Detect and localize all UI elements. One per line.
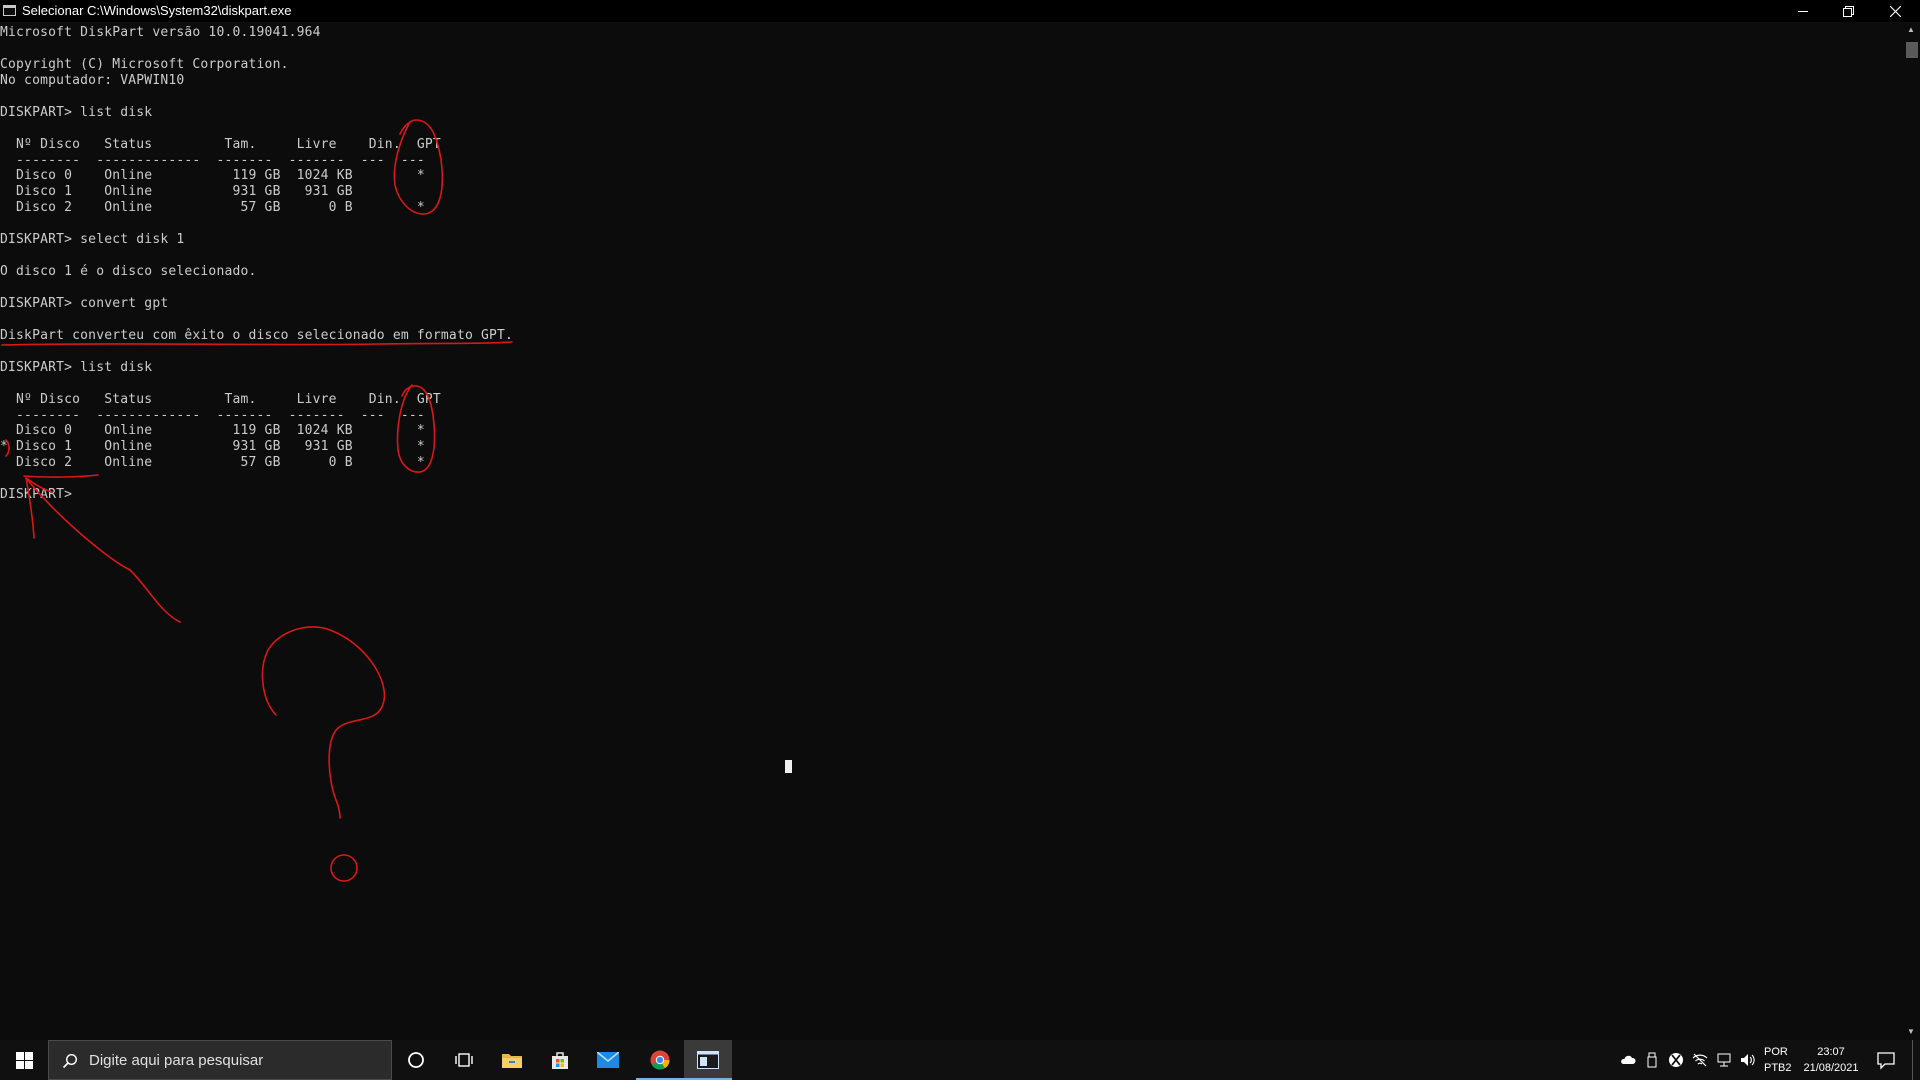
- console-line: DISKPART>: [0, 487, 73, 503]
- console-line: Microsoft DiskPart versão 10.0.19041.964: [0, 25, 321, 40]
- console-window-icon: [697, 1051, 719, 1069]
- console-line: Nº Disco Status Tam. Livre Din. GPT: [0, 136, 441, 152]
- notification-icon: [1877, 1052, 1895, 1070]
- console-output-area[interactable]: Microsoft DiskPart versão 10.0.19041.964…: [0, 22, 1900, 1040]
- file-explorer-button[interactable]: [488, 1040, 536, 1080]
- input-language-indicator[interactable]: POR PTB2: [1764, 1044, 1794, 1076]
- windows-logo-icon: [15, 1051, 33, 1069]
- console-line: DISKPART> select disk 1: [0, 232, 185, 248]
- network-off-icon[interactable]: [1692, 1052, 1708, 1068]
- network-icon[interactable]: [1716, 1052, 1732, 1068]
- console-line: Disco 0 Online 119 GB 1024 KB *: [0, 168, 425, 184]
- console-line: -------- ------------- ------- ------- -…: [0, 407, 425, 423]
- action-center-button[interactable]: [1876, 1050, 1896, 1070]
- clock-time: 23:07: [1817, 1046, 1845, 1058]
- restore-button[interactable]: [1826, 0, 1872, 22]
- console-line: O disco 1 é o disco selecionado.: [0, 264, 257, 280]
- mail-icon: [597, 1052, 619, 1068]
- chrome-icon: [650, 1050, 670, 1070]
- usb-icon[interactable]: [1644, 1052, 1660, 1068]
- scroll-down-arrow-icon[interactable]: ▼: [1902, 1024, 1920, 1040]
- minimize-button[interactable]: [1780, 0, 1826, 22]
- console-line: No computador: VAPWIN10: [0, 72, 185, 88]
- chrome-button[interactable]: [636, 1040, 684, 1080]
- taskbar-search-box[interactable]: Digite aqui para pesquisar: [48, 1040, 392, 1080]
- close-button[interactable]: [1872, 0, 1918, 22]
- clock-date: 21/08/2021: [1803, 1062, 1859, 1074]
- console-line: DISKPART> list disk: [0, 104, 153, 120]
- console-text: Microsoft DiskPart versão 10.0.19041.964…: [0, 25, 513, 503]
- console-line: Disco 0 Online 119 GB 1024 KB *: [0, 423, 425, 439]
- window-title-bar[interactable]: Selecionar C:\Windows\System32\diskpart.…: [0, 0, 1920, 22]
- cortana-icon: [408, 1052, 424, 1068]
- console-line: * Disco 1 Online 931 GB 931 GB *: [0, 439, 425, 455]
- console-line: DiskPart converteu com êxito o disco sel…: [0, 327, 514, 343]
- keyboard-layout: PTB2: [1764, 1062, 1792, 1074]
- console-line: Copyright (C) Microsoft Corporation.: [0, 56, 289, 72]
- cortana-button[interactable]: [392, 1040, 440, 1080]
- console-window-icon: [3, 5, 16, 16]
- language-code: POR: [1764, 1046, 1788, 1058]
- mail-button[interactable]: [584, 1040, 632, 1080]
- search-icon: [62, 1053, 78, 1069]
- volume-icon[interactable]: [1740, 1052, 1756, 1068]
- console-line: Nº Disco Status Tam. Livre Din. GPT: [0, 391, 441, 407]
- console-line: Disco 2 Online 57 GB 0 B *: [0, 455, 425, 471]
- console-line: DISKPART> list disk: [0, 359, 153, 375]
- scroll-up-arrow-icon[interactable]: ▲: [1902, 22, 1920, 38]
- xbox-icon[interactable]: [1668, 1052, 1684, 1068]
- console-line: DISKPART> convert gpt: [0, 295, 169, 311]
- console-line: Disco 1 Online 931 GB 931 GB: [0, 184, 353, 200]
- task-view-button[interactable]: [440, 1040, 488, 1080]
- scroll-thumb[interactable]: [1906, 42, 1918, 58]
- text-cursor: [785, 760, 792, 773]
- show-desktop-button[interactable]: [1912, 1040, 1913, 1080]
- microsoft-store-button[interactable]: [536, 1040, 584, 1080]
- onedrive-icon[interactable]: [1620, 1052, 1636, 1068]
- vertical-scrollbar[interactable]: ▲ ▼: [1902, 22, 1920, 1040]
- file-explorer-icon: [502, 1054, 522, 1068]
- task-view-icon: [455, 1053, 473, 1067]
- console-line: -------- ------------- ------- ------- -…: [0, 152, 425, 168]
- system-clock[interactable]: 23:07 21/08/2021: [1800, 1044, 1862, 1076]
- taskbar: Digite aqui para pesquisar POR PTB2 23:0…: [0, 1040, 1920, 1080]
- window-title: Selecionar C:\Windows\System32\diskpart.…: [22, 3, 292, 18]
- microsoft-store-icon: [552, 1052, 568, 1069]
- console-line: Disco 2 Online 57 GB 0 B *: [0, 200, 425, 216]
- diskpart-taskbar-button[interactable]: [684, 1040, 732, 1080]
- search-placeholder: Digite aqui para pesquisar: [89, 1052, 264, 1069]
- close-icon: [1889, 5, 1901, 17]
- start-button[interactable]: [0, 1040, 48, 1080]
